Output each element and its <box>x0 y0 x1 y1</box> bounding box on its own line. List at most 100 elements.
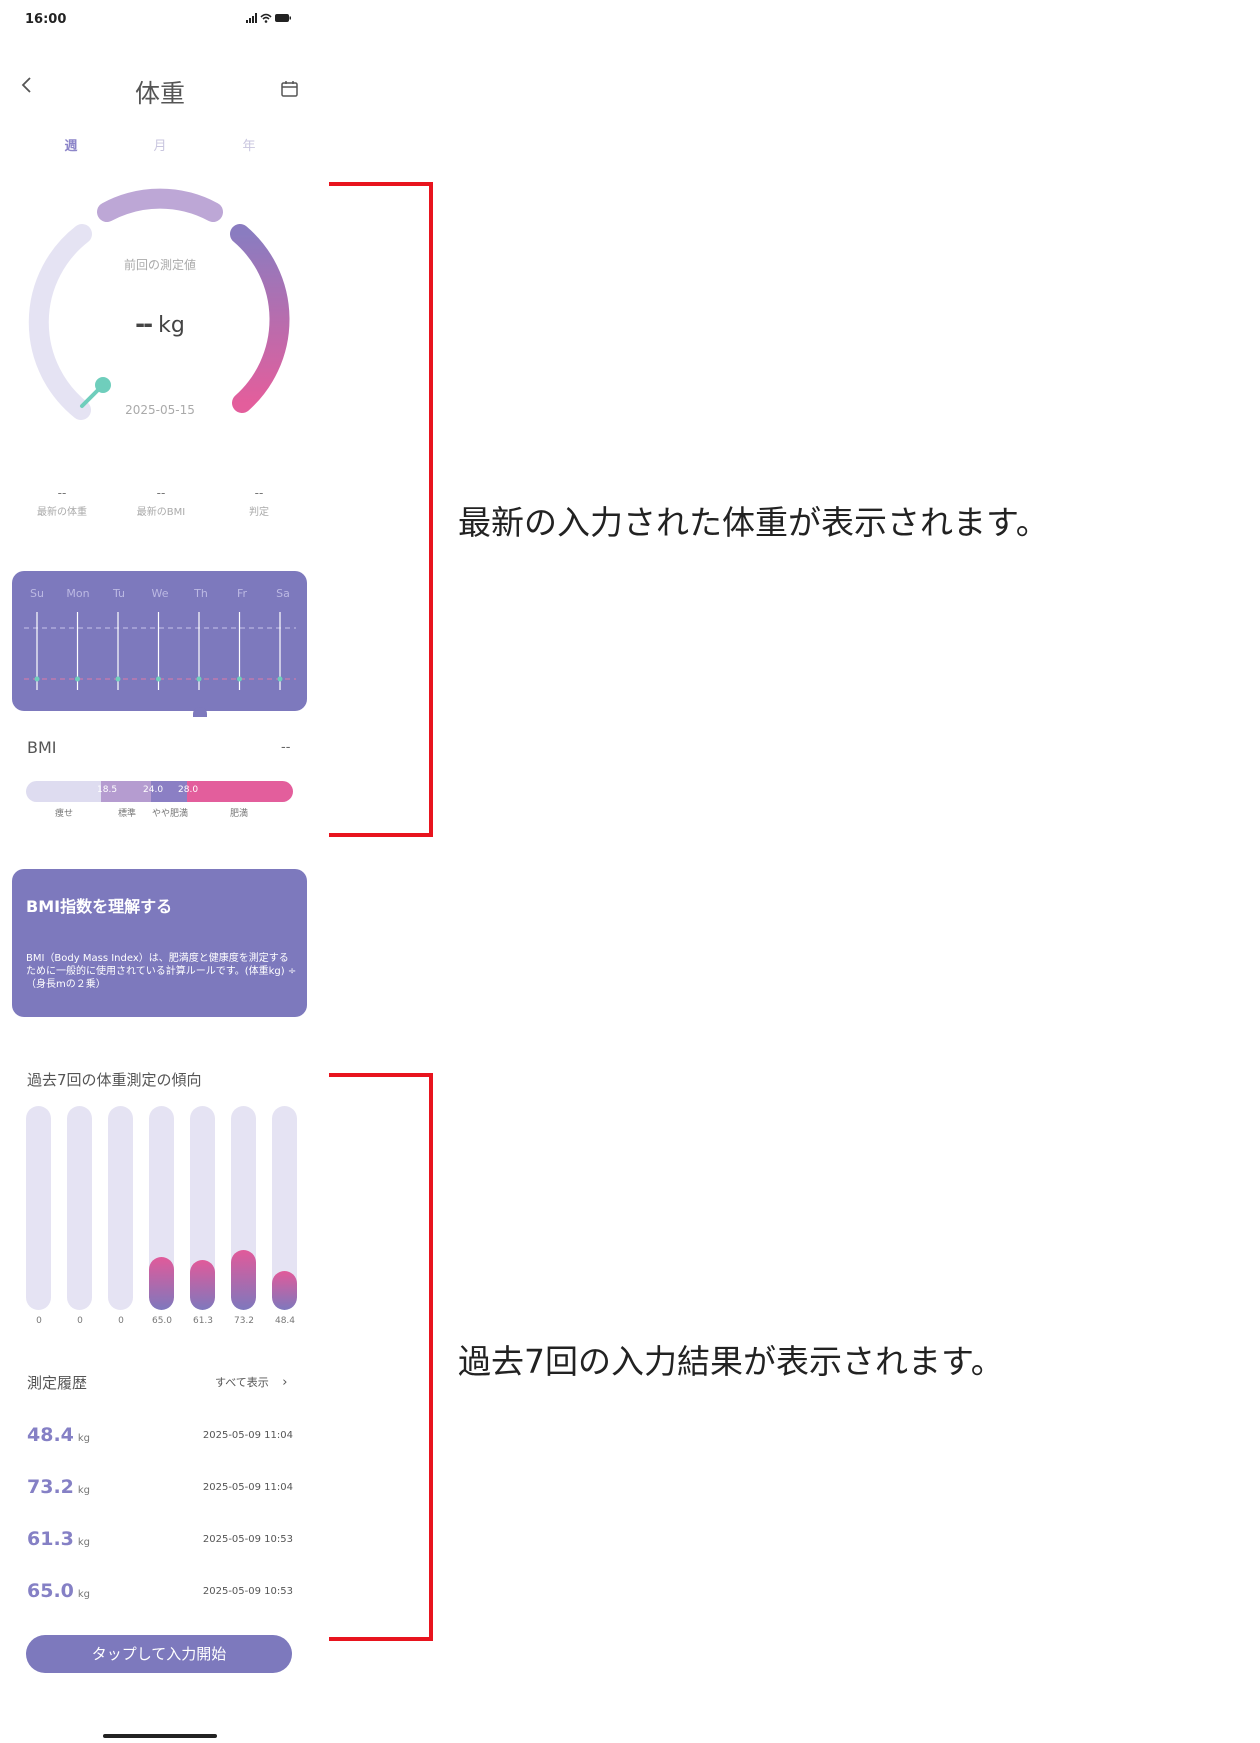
gauge-needle-knob <box>95 377 111 393</box>
bmi-category: 肥満 <box>230 809 249 819</box>
trend-bar-label: 48.4 <box>274 1316 296 1326</box>
trend-bar-label: 65.0 <box>151 1316 173 1326</box>
stat-label: 判定 <box>249 507 269 518</box>
history-row[interactable]: 48.4 kg 2025-05-09 11:04 <box>27 1424 293 1452</box>
annotation-bracket-bottom <box>329 1073 433 1641</box>
gauge-date: 2025-05-15 <box>125 403 195 417</box>
bmi-segment-over <box>187 781 293 802</box>
history-unit: kg <box>77 1433 91 1444</box>
status-icons <box>246 12 292 27</box>
back-button[interactable] <box>20 74 34 102</box>
annotation-top: 最新の入力された体重が表示されます。 <box>458 503 1049 542</box>
trend-bar-label: 0 <box>77 1316 83 1326</box>
day-label: Sa <box>276 587 290 600</box>
bmi-value: -- <box>281 740 291 755</box>
stat-label: 最新の体重 <box>37 507 87 518</box>
page-title: 体重 <box>134 79 185 108</box>
history-time: 2025-05-09 10:53 <box>202 1586 293 1597</box>
day-dot <box>75 676 80 682</box>
stat-value: -- <box>254 486 264 500</box>
history-time: 2025-05-09 11:04 <box>202 1482 293 1493</box>
day-label: Su <box>30 587 44 600</box>
trend-bar-fill <box>272 1271 297 1310</box>
view-all-link[interactable]: すべて表示 › <box>215 1374 288 1390</box>
history-value: 48.4 <box>27 1424 74 1446</box>
trend-bar-fill <box>190 1260 215 1310</box>
trend-bar <box>231 1106 256 1310</box>
history-value: 65.0 <box>27 1580 74 1602</box>
gauge-segment-over <box>230 224 290 413</box>
bmi-category: 痩せ <box>55 809 74 819</box>
signal-wifi-battery-icon <box>246 13 291 23</box>
start-input-button[interactable]: タップして入力開始 <box>26 1635 292 1673</box>
day-dot <box>237 676 242 682</box>
day-label: Tu <box>112 587 126 600</box>
day-dot <box>196 676 202 682</box>
history-row[interactable]: 61.3 kg 2025-05-09 10:53 <box>27 1528 293 1556</box>
day-label: Th <box>194 587 208 600</box>
tab-month[interactable]: 月 <box>140 135 180 154</box>
day-label: We <box>151 587 169 600</box>
history-unit: kg <box>77 1537 91 1548</box>
gauge-segment-under <box>28 224 92 420</box>
status-time: 16:00 <box>25 12 67 27</box>
trend-bar <box>190 1106 215 1310</box>
bmi-category: 標準 <box>118 809 137 819</box>
history-title: 測定履歴 <box>27 1374 88 1392</box>
trend-title: 過去7回の体重測定の傾向 <box>27 1071 202 1089</box>
gauge-value: -- kg <box>90 310 230 338</box>
bmi-info-card[interactable]: BMI指数を理解する BMI（Body Mass Index）は、肥満度と健康度… <box>12 869 307 1017</box>
gauge-label: 前回の測定値 <box>123 258 196 272</box>
calendar-icon <box>281 81 298 97</box>
gauge-segment-normal <box>97 188 223 222</box>
trend-bar <box>149 1106 174 1310</box>
info-body: BMI（Body Mass Index）は、肥満度と健康度を測定するために一般的… <box>26 953 297 990</box>
stat-value: -- <box>156 486 166 500</box>
day-label: Mon <box>66 587 90 600</box>
bmi-tick: 28.0 <box>178 785 199 795</box>
history-time: 2025-05-09 11:04 <box>202 1430 293 1441</box>
trend-bar-fill <box>231 1250 256 1310</box>
trend-bar-label: 0 <box>118 1316 124 1326</box>
trend-bar-fill <box>149 1257 174 1310</box>
history-value: 73.2 <box>27 1476 74 1498</box>
history-row[interactable]: 73.2 kg 2025-05-09 11:04 <box>27 1476 293 1504</box>
annotation-bottom: 過去7回の入力結果が表示されます。 <box>458 1342 1004 1381</box>
history-time: 2025-05-09 10:53 <box>202 1534 293 1545</box>
tab-week[interactable]: 週 <box>51 135 91 154</box>
calendar-button[interactable] <box>281 80 298 97</box>
stat-latest-bmi: -- 最新のBMI <box>121 486 201 518</box>
tab-year[interactable]: 年 <box>229 135 269 154</box>
trend-bar-label: 61.3 <box>192 1316 214 1326</box>
trend-bar <box>272 1106 297 1310</box>
bmi-segment-under <box>26 781 101 802</box>
bmi-tick: 24.0 <box>143 785 164 795</box>
bmi-title: BMI <box>27 738 57 757</box>
day-dot <box>34 676 40 682</box>
history-value: 61.3 <box>27 1528 74 1550</box>
trend-bar-label: 73.2 <box>233 1316 255 1326</box>
home-indicator <box>103 1734 217 1738</box>
history-unit: kg <box>77 1485 91 1496</box>
trend-bar <box>108 1106 133 1310</box>
stat-value: -- <box>57 486 67 500</box>
history-row[interactable]: 65.0 kg 2025-05-09 10:53 <box>27 1580 293 1608</box>
history-unit: kg <box>77 1589 91 1600</box>
stat-label: 最新のBMI <box>136 507 186 518</box>
stat-judgement: -- 判定 <box>219 486 299 518</box>
day-dot <box>115 676 121 682</box>
weight-gauge <box>28 188 290 420</box>
bmi-category: やや肥満 <box>152 809 189 819</box>
bmi-tick: 18.5 <box>97 785 118 795</box>
chevron-left-icon <box>21 77 31 93</box>
chevron-right-icon: › <box>282 1375 288 1390</box>
day-label: Fr <box>236 587 248 600</box>
phone-screen: 16:00 体重 週 月 年 前回の測定値 -- kg 2025-05-15 -… <box>0 0 320 1743</box>
annotation-bracket-top <box>329 182 433 837</box>
trend-bar <box>26 1106 51 1310</box>
day-dot <box>277 676 283 682</box>
gauge-unit: kg <box>158 313 185 338</box>
day-dot <box>156 676 161 682</box>
gauge-number: -- <box>135 310 153 338</box>
trend-bar <box>67 1106 92 1310</box>
